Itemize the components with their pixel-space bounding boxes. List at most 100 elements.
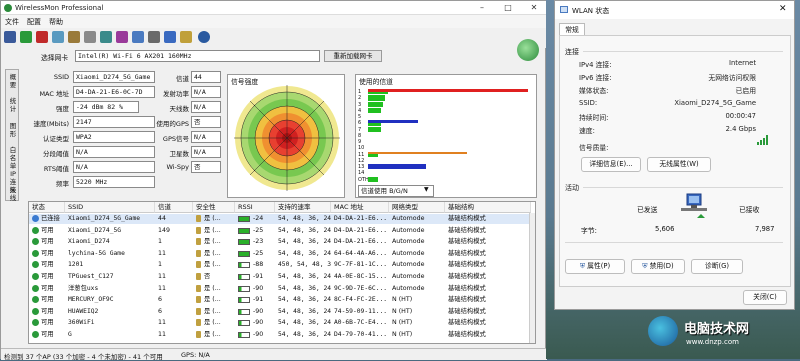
table-cell: 基础结构模式	[448, 296, 486, 304]
info-label: Wi-Spy	[166, 163, 189, 171]
table-row[interactable]: 可用 Xiaomi_D274_5G 149 是 (... -25 54, 48, 36, …	[29, 226, 535, 236]
properties-button[interactable]: ⛨ 属性(P)	[565, 259, 625, 274]
info-value: N/A	[73, 146, 155, 158]
help-icon[interactable]	[198, 31, 210, 43]
signal-level-icon	[238, 297, 250, 304]
column-header[interactable]: 网络类型	[389, 202, 445, 213]
channel-bar	[368, 122, 382, 126]
stop-icon[interactable]	[36, 31, 48, 43]
table-row[interactable]: 可用 G 11 是 (... -90 54, 48, 36, 24...D4-79-70-…	[29, 330, 535, 340]
info-label: 认证类型	[43, 135, 69, 143]
status-dot-icon	[32, 273, 39, 280]
table-cell: G	[68, 331, 72, 338]
network-icon	[560, 6, 568, 13]
table-row[interactable]: 可用 HUAWEIQ2 6 是 (... -90 54, 48, 36, 24...74-…	[29, 307, 535, 317]
tab-general[interactable]: 常规	[559, 23, 585, 35]
status-dot-icon	[32, 296, 39, 304]
adapter-select[interactable]: Intel(R) Wi-Fi 6 AX201 160MHz	[75, 50, 320, 62]
table-cell: 可用	[41, 261, 54, 269]
table-cell: 44	[158, 215, 167, 222]
table-cell: 基础结构模式	[448, 273, 486, 280]
table-row[interactable]: 可用 lychina-5G Game 11 是 (... -25 54, 48, 36, …	[29, 249, 535, 259]
wirelessmon-logo	[517, 39, 539, 61]
detail-label: 速度:	[579, 127, 595, 135]
about-icon[interactable]	[180, 31, 192, 43]
log-icon[interactable]	[84, 31, 96, 43]
menu-help[interactable]: 帮助	[49, 17, 63, 27]
tab-summary[interactable]: 概要	[8, 73, 18, 89]
info-icon[interactable]	[164, 31, 176, 43]
status-dot-icon	[32, 215, 39, 222]
bytes-received-value: 7,987	[755, 225, 775, 233]
close-button[interactable]: 关闭(C)	[743, 290, 787, 305]
table-cell: 11	[158, 331, 167, 338]
table-cell: 是 (...	[204, 296, 221, 304]
close-icon[interactable]: ✕	[779, 4, 787, 14]
detail-value: 无网络访问权限	[708, 74, 756, 83]
chart-icon[interactable]	[116, 31, 128, 43]
play-icon[interactable]	[20, 31, 32, 43]
save-icon[interactable]	[4, 31, 16, 43]
column-header[interactable]: 基础结构	[445, 202, 531, 213]
maximize-icon[interactable]: □	[495, 1, 521, 15]
table-cell: Automode	[392, 238, 425, 246]
status-dot-icon	[32, 307, 39, 315]
table-row[interactable]: 可用 TPGuest_C127 11 否 -91 54, 48, 36, 24...4A-…	[29, 272, 535, 282]
table-cell: 4A-0E-8C-15...	[334, 273, 388, 280]
lock-icon	[196, 238, 201, 246]
options-icon[interactable]	[68, 31, 80, 43]
chevron-down-icon[interactable]: ▼	[424, 186, 429, 193]
column-header[interactable]: SSID	[65, 202, 155, 213]
menu-config[interactable]: 配置	[27, 17, 41, 27]
disable-button-label: 禁用(D)	[649, 262, 674, 270]
info-label: MAC 地址	[39, 90, 69, 98]
signal-level-icon	[238, 227, 250, 234]
table-cell: 54, 48, 36, 24...	[278, 284, 331, 292]
column-header[interactable]: RSSI	[235, 202, 275, 213]
column-header[interactable]: 状态	[29, 202, 65, 213]
table-row[interactable]: 可用 Xiaomi_D274 1 是 (... -23 54, 48, 36, 24...…	[29, 237, 535, 247]
channel-bar	[368, 126, 382, 132]
column-header[interactable]: 信道	[155, 202, 193, 213]
refresh-icon[interactable]	[52, 31, 64, 43]
minimize-icon[interactable]: –	[469, 1, 495, 15]
wireless-properties-button[interactable]: 无线属性(W)	[647, 157, 711, 172]
table-row[interactable]: 可用 MERCURY_OF9C 6 是 (... -91 54, 48, 36, 24..…	[29, 295, 535, 305]
map-icon[interactable]	[100, 31, 112, 43]
info-label: 频率	[56, 180, 69, 188]
column-header[interactable]: 支持的速率	[275, 202, 331, 213]
network-table: 状态 SSID 信道 安全性 RSSI 支持的速率 MAC 地址 网络类型 基础结构 已连接 Xi…	[28, 201, 536, 344]
lock-icon	[196, 319, 201, 327]
table-cell: 54, 48, 36, 24...	[278, 226, 331, 234]
reload-adapter-button[interactable]: 重新加载网卡	[324, 50, 382, 62]
divider	[583, 187, 783, 188]
signal-bars-icon	[757, 135, 768, 145]
table-row[interactable]: 可用 洋葱包uxs 11 是 (... -90 54, 48, 36, 24...9C-9…	[29, 284, 535, 294]
diagnose-button[interactable]: 诊断(G)	[691, 259, 743, 274]
table-cell: Automode	[392, 226, 425, 234]
channel-usage-select[interactable]: 信道使用 B/G/N	[358, 185, 434, 197]
tab-stats[interactable]: 统计	[8, 97, 18, 113]
table-row[interactable]: 可用 1201 1 是 (... -88 450, 54, 48, 3...9C-7F-8…	[29, 260, 535, 270]
tab-whitelist[interactable]: 白名单	[8, 146, 18, 170]
column-header[interactable]: 安全性	[193, 202, 235, 213]
info-label: GPS信号	[162, 135, 189, 143]
table-cell: N (HT)	[392, 307, 413, 315]
column-header[interactable]: MAC 地址	[331, 202, 389, 213]
signal-level-icon	[238, 250, 250, 257]
menu-file[interactable]: 文件	[5, 17, 19, 27]
table-scrollbar[interactable]	[529, 213, 535, 343]
table-cell: 11	[158, 249, 167, 257]
detail-value: Internet	[729, 59, 756, 67]
lock-icon	[196, 296, 201, 304]
close-icon[interactable]: ✕	[521, 1, 547, 15]
table-row[interactable]: 可用 360WiFi 11 是 (... -90 54, 48, 36, 24...A0-…	[29, 318, 535, 328]
export-icon[interactable]	[148, 31, 160, 43]
tab-graph[interactable]: 图形	[8, 122, 18, 138]
tab-antenna[interactable]: 天线	[8, 186, 18, 202]
table-row[interactable]: 已连接 Xiaomi_D274_5G_Game 44 是 (... -24 54, 48,…	[29, 214, 535, 224]
disable-button[interactable]: ⛨ 禁用(D)	[631, 259, 685, 274]
details-button[interactable]: 详细信息(E)...	[581, 157, 641, 172]
table-cell: 360WiFi	[68, 319, 95, 327]
wifi-icon[interactable]	[132, 31, 144, 43]
